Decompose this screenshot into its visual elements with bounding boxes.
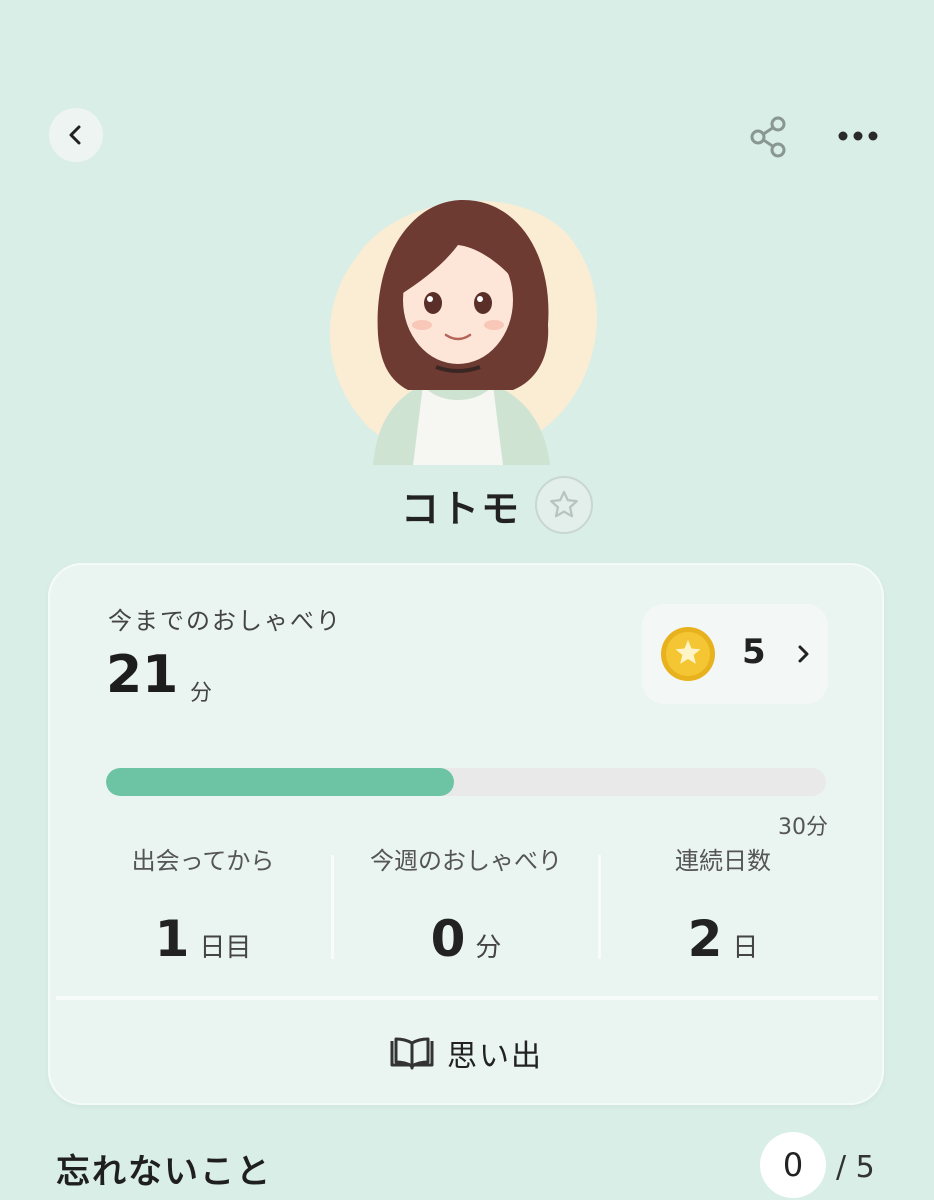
talk-progress-fill [106, 768, 454, 796]
stat-label: 出会ってから [131, 847, 275, 875]
character-name: コトモ [400, 486, 521, 531]
remember-count: 0 [760, 1132, 826, 1198]
star-outline-icon [550, 490, 578, 518]
stat-unit: 日 [732, 933, 759, 963]
stats-card: 今までのおしゃべり 21 分 5 30分 出会ってから 1 日目 今週のおしゃべ… [48, 563, 884, 1105]
star-coin-icon [661, 627, 715, 681]
memories-label: 思い出 [447, 1039, 543, 1074]
stat-divider [598, 855, 601, 959]
stat-since-met: 出会ってから 1 日目 [88, 841, 318, 968]
back-button[interactable] [49, 108, 103, 162]
stat-divider [331, 855, 334, 959]
stat-unit: 日目 [199, 933, 252, 963]
progress-max-label: 30分 [778, 815, 828, 840]
stat-value: 0 [430, 910, 466, 968]
more-button[interactable] [834, 116, 882, 156]
stat-weekly-talk: 今週のおしゃべり 0 分 [351, 841, 581, 968]
memories-button[interactable]: 思い出 [48, 1003, 884, 1103]
total-talk-value: 21 [106, 645, 179, 705]
remember-section-title: 忘れないこと [56, 1152, 272, 1192]
more-horizontal-icon [838, 131, 878, 141]
total-talk-label: 今までのおしゃべり [108, 607, 342, 635]
card-divider [56, 996, 878, 1000]
stat-unit: 分 [475, 933, 502, 963]
coin-button[interactable]: 5 [642, 604, 828, 704]
stat-streak-days: 連続日数 2 日 [608, 841, 838, 968]
coin-count: 5 [742, 632, 766, 672]
avatar [318, 185, 598, 465]
open-book-icon [390, 1037, 434, 1070]
chevron-right-icon [798, 645, 809, 663]
share-icon [750, 116, 786, 158]
talk-progress-bar [106, 768, 826, 796]
profile-name-row: コトモ [0, 475, 934, 535]
favorite-button[interactable] [535, 476, 593, 534]
stat-label: 連続日数 [675, 847, 771, 875]
stat-value: 2 [687, 910, 723, 968]
chevron-left-icon [69, 125, 81, 145]
stat-value: 1 [154, 910, 190, 968]
stat-label: 今週のおしゃべり [370, 847, 562, 875]
total-talk-unit: 分 [190, 681, 213, 706]
remember-total: / 5 [836, 1150, 875, 1185]
share-button[interactable] [746, 114, 792, 160]
